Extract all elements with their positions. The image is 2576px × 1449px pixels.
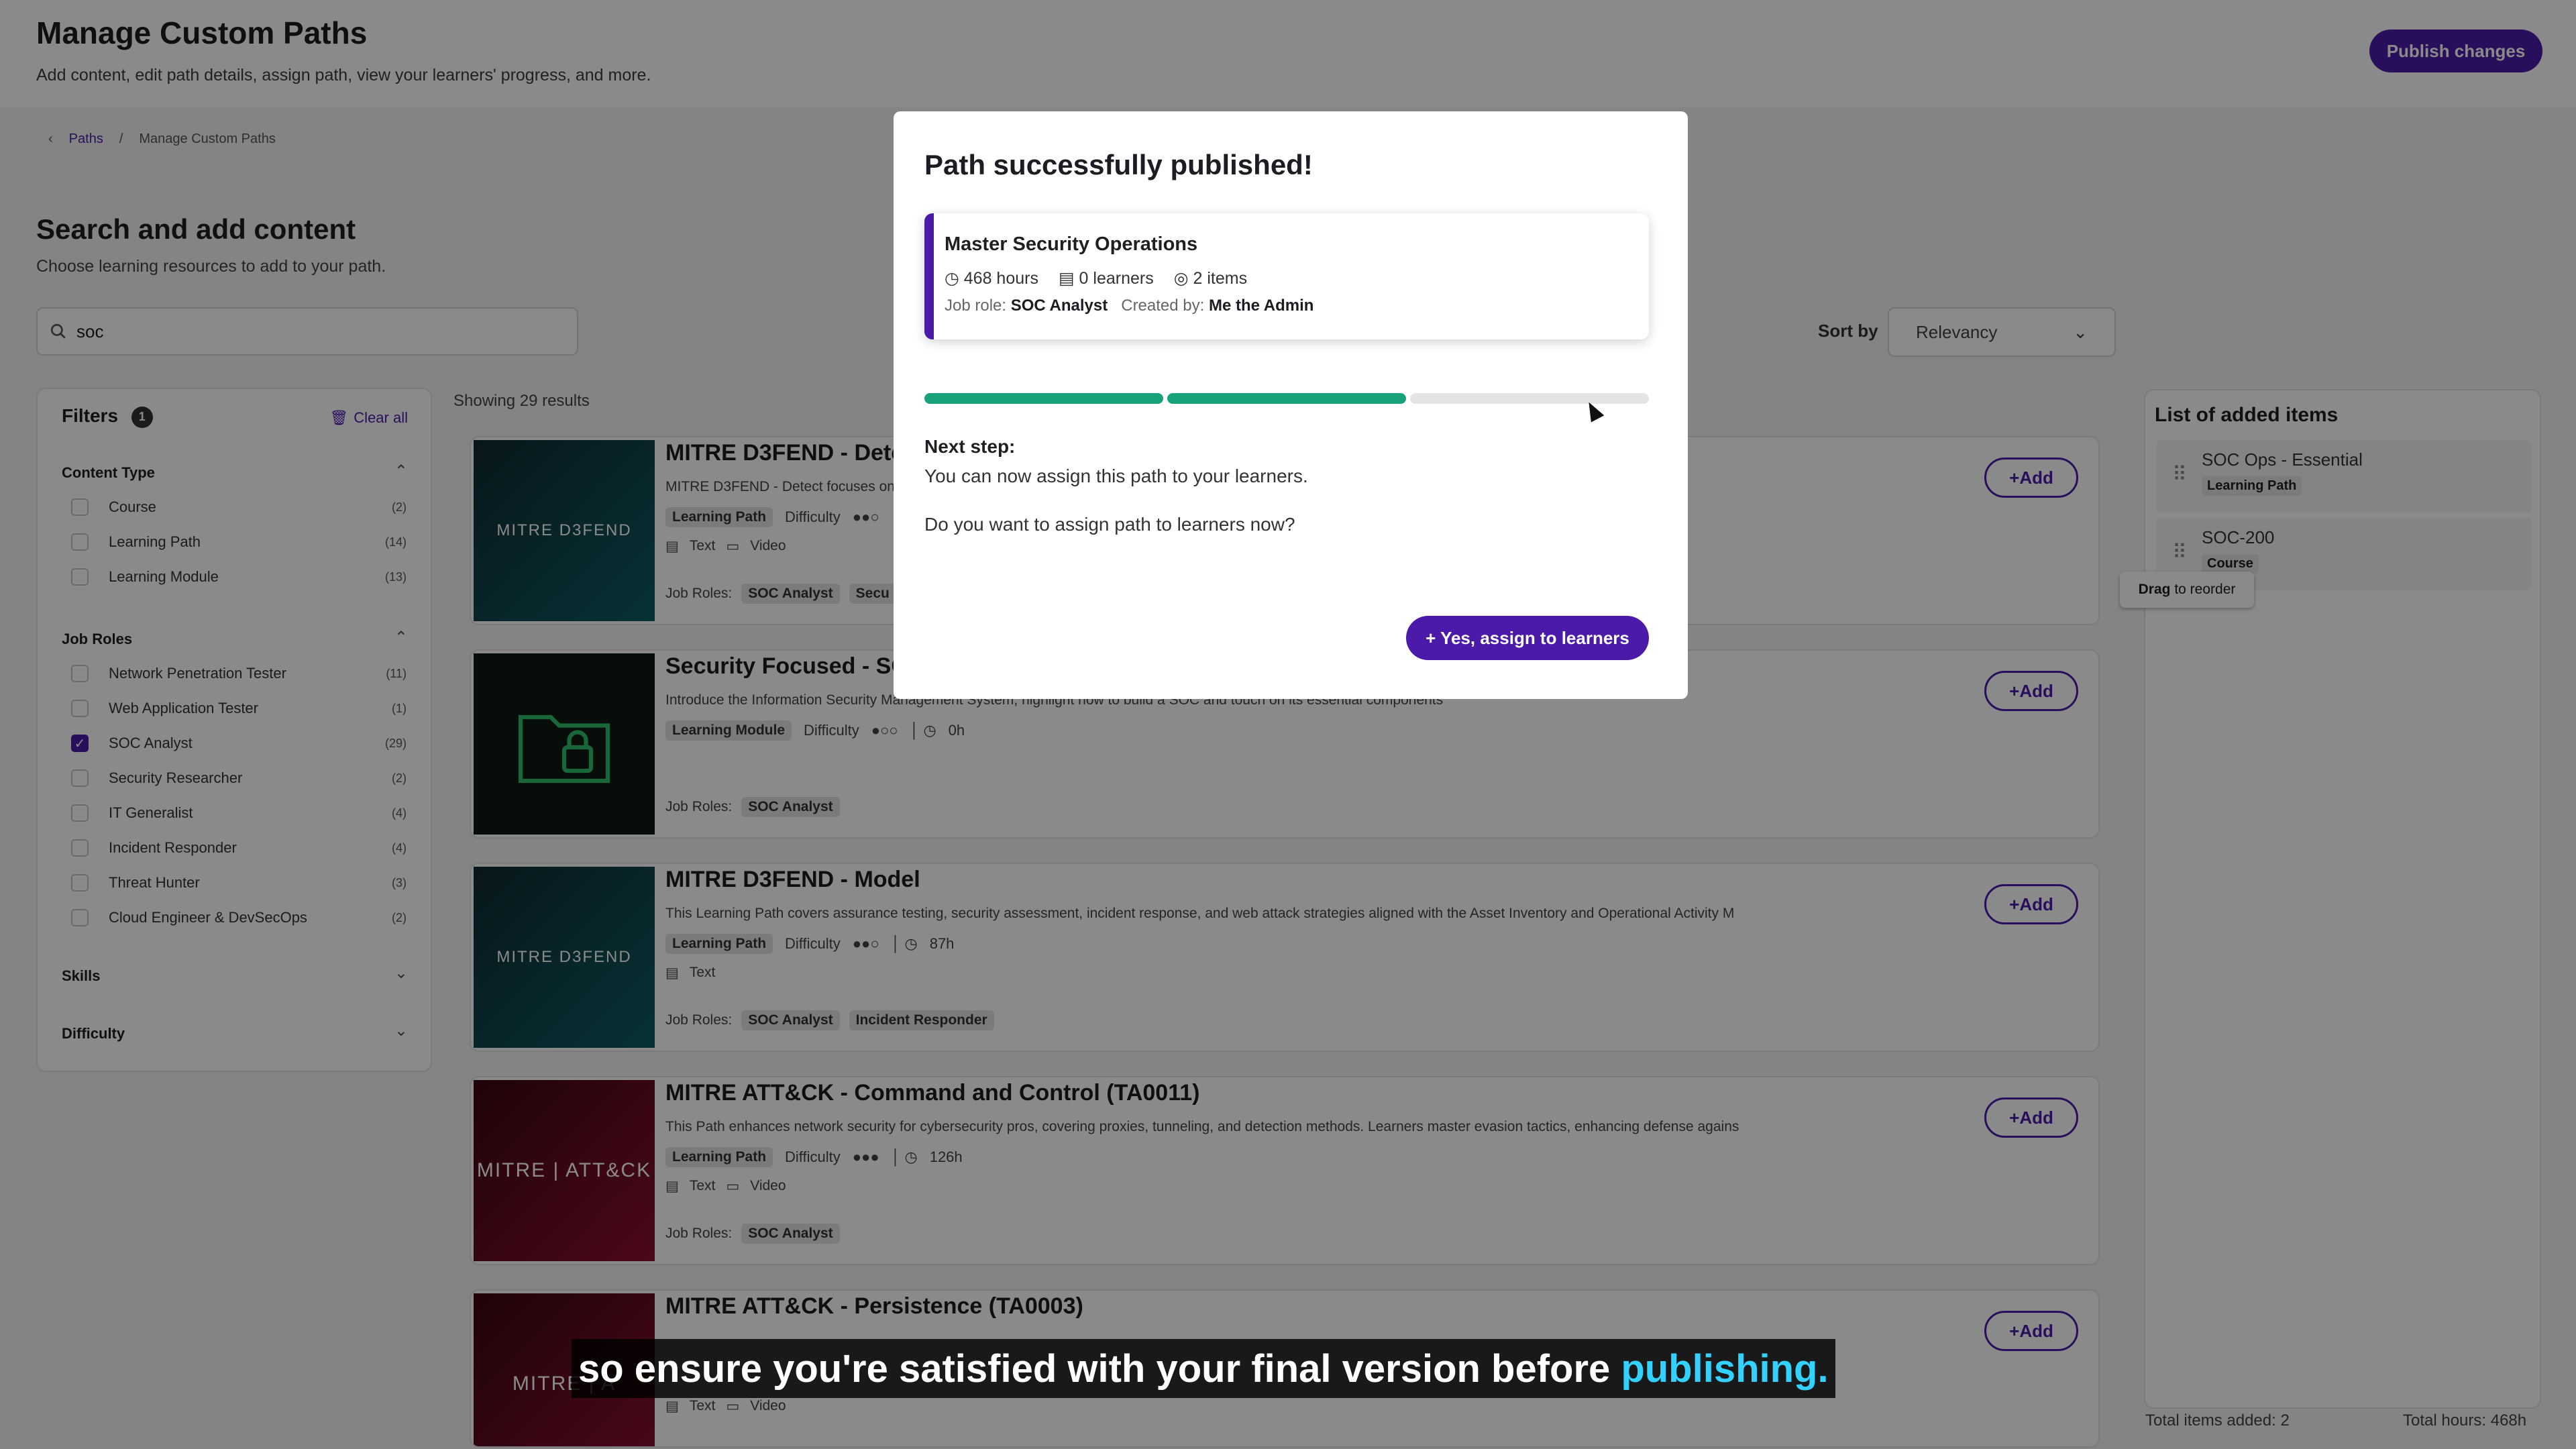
publish-progress-bar <box>924 393 1649 404</box>
video-caption: so ensure you're satisfied with your fin… <box>572 1339 1835 1398</box>
assign-to-learners-button[interactable]: + Yes, assign to learners <box>1406 616 1649 660</box>
created-by-value: Me the Admin <box>1208 297 1314 315</box>
job-role-value: SOC Analyst <box>1010 297 1108 315</box>
next-step-label: Next step: <box>924 436 1016 457</box>
learners-icon: ▤ <box>1058 269 1079 288</box>
clock-icon: ◷ <box>945 269 964 288</box>
path-summary-card: Master Security Operations ◷ 468 hours ▤… <box>924 213 1649 339</box>
publish-success-modal: Path successfully published! Master Secu… <box>894 111 1688 699</box>
next-step-text: You can now assign this path to your lea… <box>924 466 1308 486</box>
modal-title: Path successfully published! <box>924 149 1313 180</box>
assign-question: Do you want to assign path to learners n… <box>924 514 1295 535</box>
created-by-label: Created by: <box>1121 297 1205 315</box>
path-learners-value: 0 learners <box>1079 269 1154 288</box>
progress-segment <box>1410 393 1649 404</box>
caption-text: so ensure you're satisfied with your fin… <box>578 1346 1611 1391</box>
caption-highlight: publishing. <box>1621 1346 1829 1391</box>
path-items-value: 2 items <box>1193 269 1248 288</box>
path-learners: ▤ 0 learners <box>1059 268 1154 288</box>
path-name: Master Security Operations <box>945 233 1198 255</box>
progress-segment <box>1167 393 1406 404</box>
path-meta: Job role: SOC Analyst Created by: Me the… <box>945 297 1313 315</box>
job-role-label: Job role: <box>945 297 1007 315</box>
path-items: ◎ 2 items <box>1174 268 1247 288</box>
path-stats: ◷ 468 hours ▤ 0 learners ◎ 2 items <box>945 268 1247 288</box>
path-hours: ◷ 468 hours <box>945 268 1038 288</box>
progress-segment <box>924 393 1163 404</box>
items-icon: ◎ <box>1173 269 1193 288</box>
path-hours-value: 468 hours <box>963 269 1038 288</box>
